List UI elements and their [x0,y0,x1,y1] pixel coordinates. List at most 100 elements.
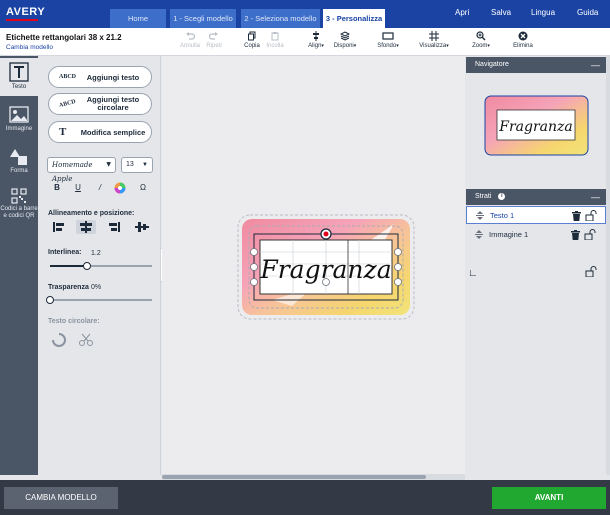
align-right-icon [109,222,120,232]
simple-edit-label: Modifica semplice [80,128,146,137]
rail-item-shape[interactable]: Forma [0,146,38,182]
tab-personalize[interactable]: 3 - Personalizza [323,9,385,28]
resize-corner-icon[interactable] [470,270,476,276]
top-navigation-bar: AVERY Home 1 - Scegli modello 2 - Selezi… [0,0,610,28]
background-button[interactable]: Sfondo▾ [373,31,403,49]
rail-item-barcode[interactable]: Codici a barre e codici QR [0,186,38,226]
transparency-slider[interactable] [46,296,152,304]
background-label: Sfondo [377,43,397,49]
paste-button[interactable]: Incolla [260,31,290,49]
layer-row-image-1[interactable]: Immagine 1 [466,226,606,244]
text-icon [9,62,29,82]
layer-row-text-1[interactable]: Testo 1 [466,206,606,224]
logo-text: AVERY [6,6,46,18]
menu-language[interactable]: Lingua [531,8,555,17]
italic-button[interactable]: / [93,181,107,195]
layers-icon [340,31,350,41]
add-text-label: Aggiungi testo [86,73,140,82]
shape-icon [10,149,27,165]
align-label: Align [308,43,322,49]
design-canvas[interactable]: Fragranza [162,56,465,475]
navigator-header: Navigatore — [466,57,606,73]
align-right-button[interactable] [104,220,124,234]
toolbar: Etichette rettangolari 38 x 21.2 Cambia … [0,28,610,56]
horizontal-scroll-thumb[interactable] [162,475,426,479]
chevron-down-icon: ▾ [321,43,324,49]
zoom-button[interactable]: Zoom▾ [466,31,496,49]
alignment-label: Allineamento e posizione: [48,210,135,217]
minimize-icon[interactable]: — [591,57,600,73]
transparency-thumb[interactable] [46,296,54,304]
circular-text-outer-button[interactable] [51,332,67,350]
align-icon [313,31,319,41]
lock-open-icon[interactable] [585,210,598,221]
change-model-button[interactable]: CAMBIA MODELLO [4,487,118,509]
zoom-icon [476,31,486,41]
drag-handle-icon[interactable] [475,211,485,220]
grid-icon [429,31,439,41]
avery-logo[interactable]: AVERY [6,6,45,22]
info-icon[interactable]: i [498,192,506,200]
lock-open-icon[interactable] [584,229,597,240]
transparency-label: Trasparenza [48,284,89,291]
drag-handle-icon[interactable] [474,230,484,239]
navigator-text: Fragranza [498,119,573,135]
align-center-button[interactable] [76,220,96,234]
align-left-button[interactable] [49,220,69,234]
copy-icon [248,31,256,41]
menu-save[interactable]: Salva [491,8,511,17]
footer-bar: CAMBIA MODELLO AVANTI [0,480,610,515]
vertical-scrollbar[interactable] [606,56,610,475]
color-picker-button[interactable] [113,181,127,195]
tab-choose-template[interactable]: 1 - Scegli modello [170,9,236,28]
rail-item-image[interactable]: Immagine [0,104,38,140]
rail-item-text[interactable]: Testo [0,58,38,96]
next-button[interactable]: AVANTI [492,487,606,509]
bold-button[interactable]: B [50,181,64,195]
special-characters-button[interactable]: Ω [136,181,150,195]
transparency-value: 0% [91,284,102,291]
document-title: Etichette rettangolari 38 x 21.2 [6,33,122,42]
font-family-select[interactable]: Homemade Apple ▼ [47,157,116,183]
rail-label-image: Immagine [5,126,33,132]
align-middle-button[interactable] [132,220,152,234]
undo-icon [186,32,195,40]
tab-home[interactable]: Home [110,9,166,28]
menu-open[interactable]: Apri [455,8,469,17]
simple-edit-button[interactable]: T Modifica semplice [48,121,152,143]
trash-icon[interactable] [572,211,581,221]
font-size-select[interactable]: 13 ▼ [121,157,153,173]
rail-label-text: Testo [11,84,27,90]
arrange-button[interactable]: Disponi▾ [330,31,360,49]
rail-label-shape: Forma [10,168,28,174]
layer-name: Testo 1 [490,211,515,220]
layers-title: Strati [475,193,492,200]
tab-select-template[interactable]: 2 - Seleziona modello [241,9,320,28]
circular-text-inner-button[interactable] [78,332,94,350]
view-button[interactable]: Visualizza▾ [419,31,449,49]
chevron-down-icon: ▼ [142,162,148,168]
minimize-icon[interactable]: — [591,189,600,205]
line-spacing-slider[interactable] [50,262,152,270]
menu-help[interactable]: Guida [577,8,598,17]
underline-button[interactable]: U [71,181,85,195]
qr-code-icon [11,188,27,204]
delete-button[interactable]: Elimina [508,31,538,49]
navigator-preview[interactable]: Fragranza [466,73,606,178]
rotate-handle-dot [323,231,329,237]
redo-button[interactable]: Ripeti [199,31,229,49]
trash-icon[interactable] [571,230,580,240]
undo-label: Annulla [179,43,200,49]
change-model-link[interactable]: Cambia modello [6,44,53,51]
lock-all-icon[interactable] [585,266,598,277]
add-text-button[interactable]: ABCD Aggiungi testo [48,66,152,88]
image-icon [9,106,29,123]
circle-arc-icon [52,333,66,347]
line-spacing-thumb[interactable] [83,262,91,270]
redo-label: Ripeti [206,43,222,49]
align-button[interactable]: Align▾ [301,31,331,49]
zoom-label: Zoom [472,43,488,49]
view-label: Visualizza [419,43,447,49]
font-family-value: Homemade Apple [52,161,93,183]
add-circular-text-button[interactable]: ABCD Aggiungi testo circolare [48,93,152,115]
